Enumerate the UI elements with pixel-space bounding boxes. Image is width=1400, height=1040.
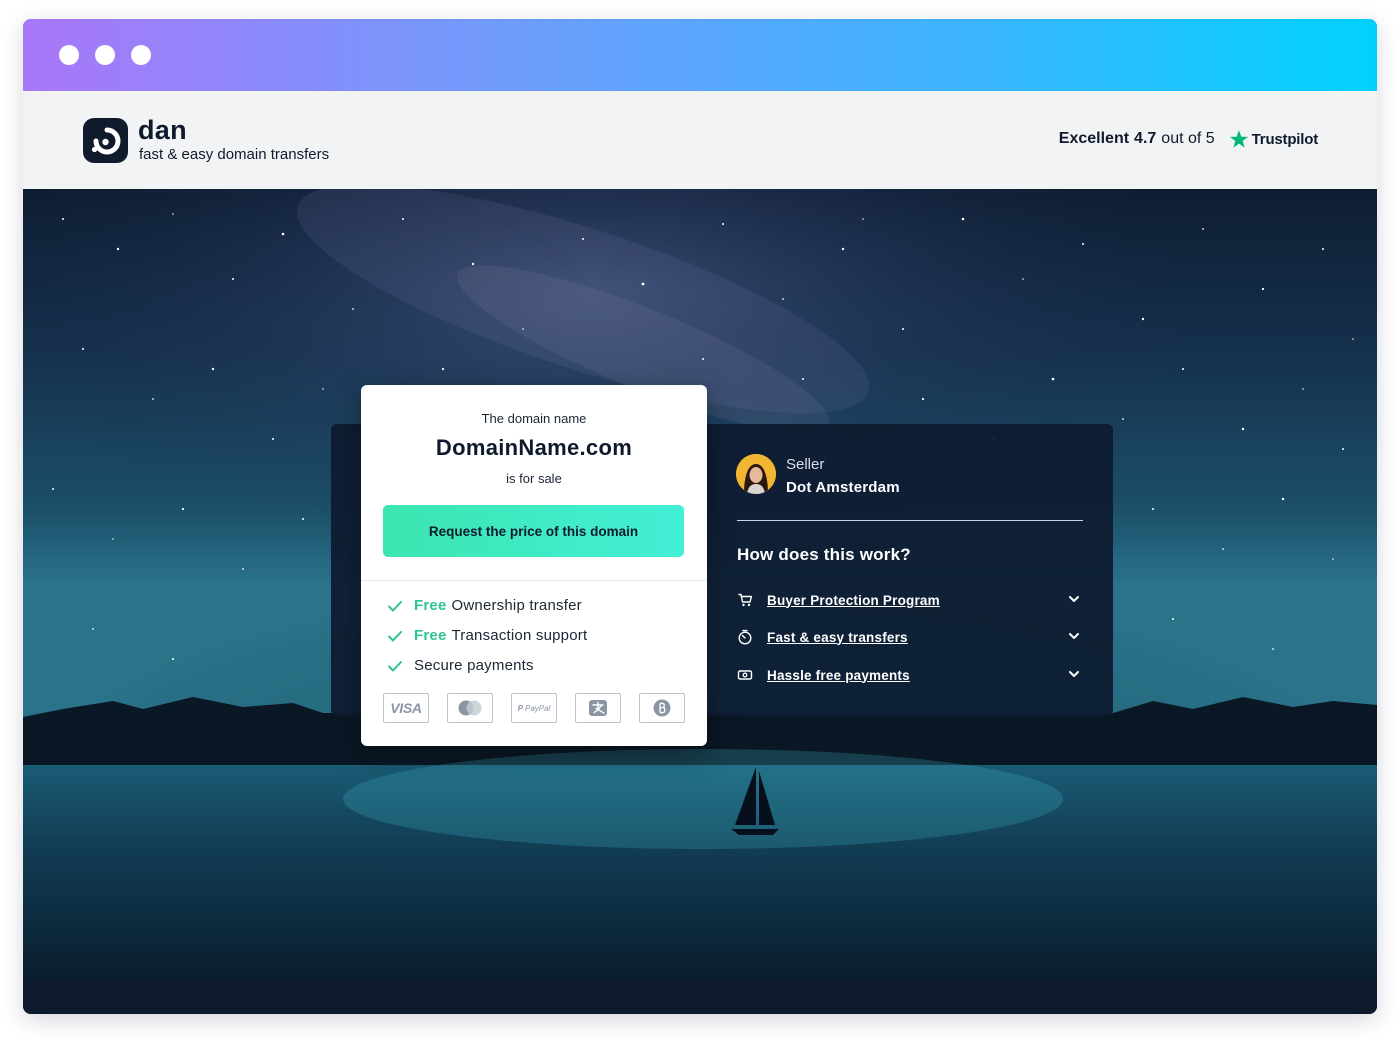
feature-secure-payments: Secure payments [387,657,534,674]
check-icon [388,660,402,671]
request-price-button[interactable]: Request the price of this domain [383,505,684,557]
check-icon [388,630,402,641]
site-header: dan fast & easy domain transfers Excelle… [23,91,1377,189]
hero-section: Seller Dot Amsterdam How does this work?… [23,189,1377,1014]
window-dot-close[interactable] [59,45,79,65]
card-divider [361,580,707,581]
chevron-down-icon[interactable] [1067,667,1081,681]
feature-text: Transaction support [451,627,588,644]
window-dot-maximize[interactable] [131,45,151,65]
seller-name: Dot Amsterdam [786,479,900,496]
brand-name[interactable]: dan [138,115,187,146]
paypal-label: PayPal [524,703,551,713]
browser-window: dan fast & easy domain transfers Excelle… [23,19,1377,1014]
feature-transaction-support: Free Transaction support [387,627,587,644]
chevron-down-icon[interactable] [1067,629,1081,643]
check-icon [388,600,402,611]
trustpilot-wordmark: Trustpilot [1251,130,1319,148]
seller-avatar [736,454,776,494]
seller-divider [737,520,1083,521]
paypal-icon: P PayPal [511,693,557,723]
faq-fast-transfers[interactable]: Fast & easy transfers [737,626,1083,648]
rating-score: 4.7 [1134,130,1157,147]
mastercard-icon [447,693,493,723]
sale-intro: The domain name [481,411,587,426]
bitcoin-icon [639,693,685,723]
faq-hassle-free-payments[interactable]: Hassle free payments [737,664,1083,686]
faq-buyer-protection[interactable]: Buyer Protection Program [737,589,1083,611]
trustpilot-star-icon [1229,130,1248,148]
faq-label[interactable]: Fast & easy transfers [767,630,908,645]
seller-label: Seller [786,456,825,473]
dan-logo-icon[interactable] [83,118,128,163]
rating-out-of: out of 5 [1161,130,1215,147]
rating-label: Excellent [1058,130,1130,147]
feature-text: Secure payments [414,657,534,674]
feature-free-badge: Free [414,597,447,614]
visa-icon: VISA [383,693,429,723]
sale-status: is for sale [506,471,562,486]
brand-tagline: fast & easy domain transfers [139,146,330,163]
faq-label[interactable]: Buyer Protection Program [767,593,940,608]
alipay-icon [575,693,621,723]
chevron-down-icon[interactable] [1067,592,1081,606]
faq-label[interactable]: Hassle free payments [767,668,910,683]
domain-sale-card: The domain name DomainName.com is for sa… [361,385,707,746]
cash-icon [737,670,753,680]
window-dot-minimize[interactable] [95,45,115,65]
trustpilot-rating[interactable]: Excellent 4.7 out of 5 Trustpilot [1059,129,1318,149]
feature-ownership-transfer: Free Ownership transfer [387,597,582,614]
cart-icon [738,593,753,607]
how-it-works-title: How does this work? [737,545,911,564]
visa-label: VISA [390,700,422,716]
timer-icon [738,629,752,645]
domain-name: DomainName.com [435,435,633,460]
browser-titlebar [23,19,1377,91]
feature-free-badge: Free [414,627,447,644]
feature-text: Ownership transfer [451,597,582,614]
